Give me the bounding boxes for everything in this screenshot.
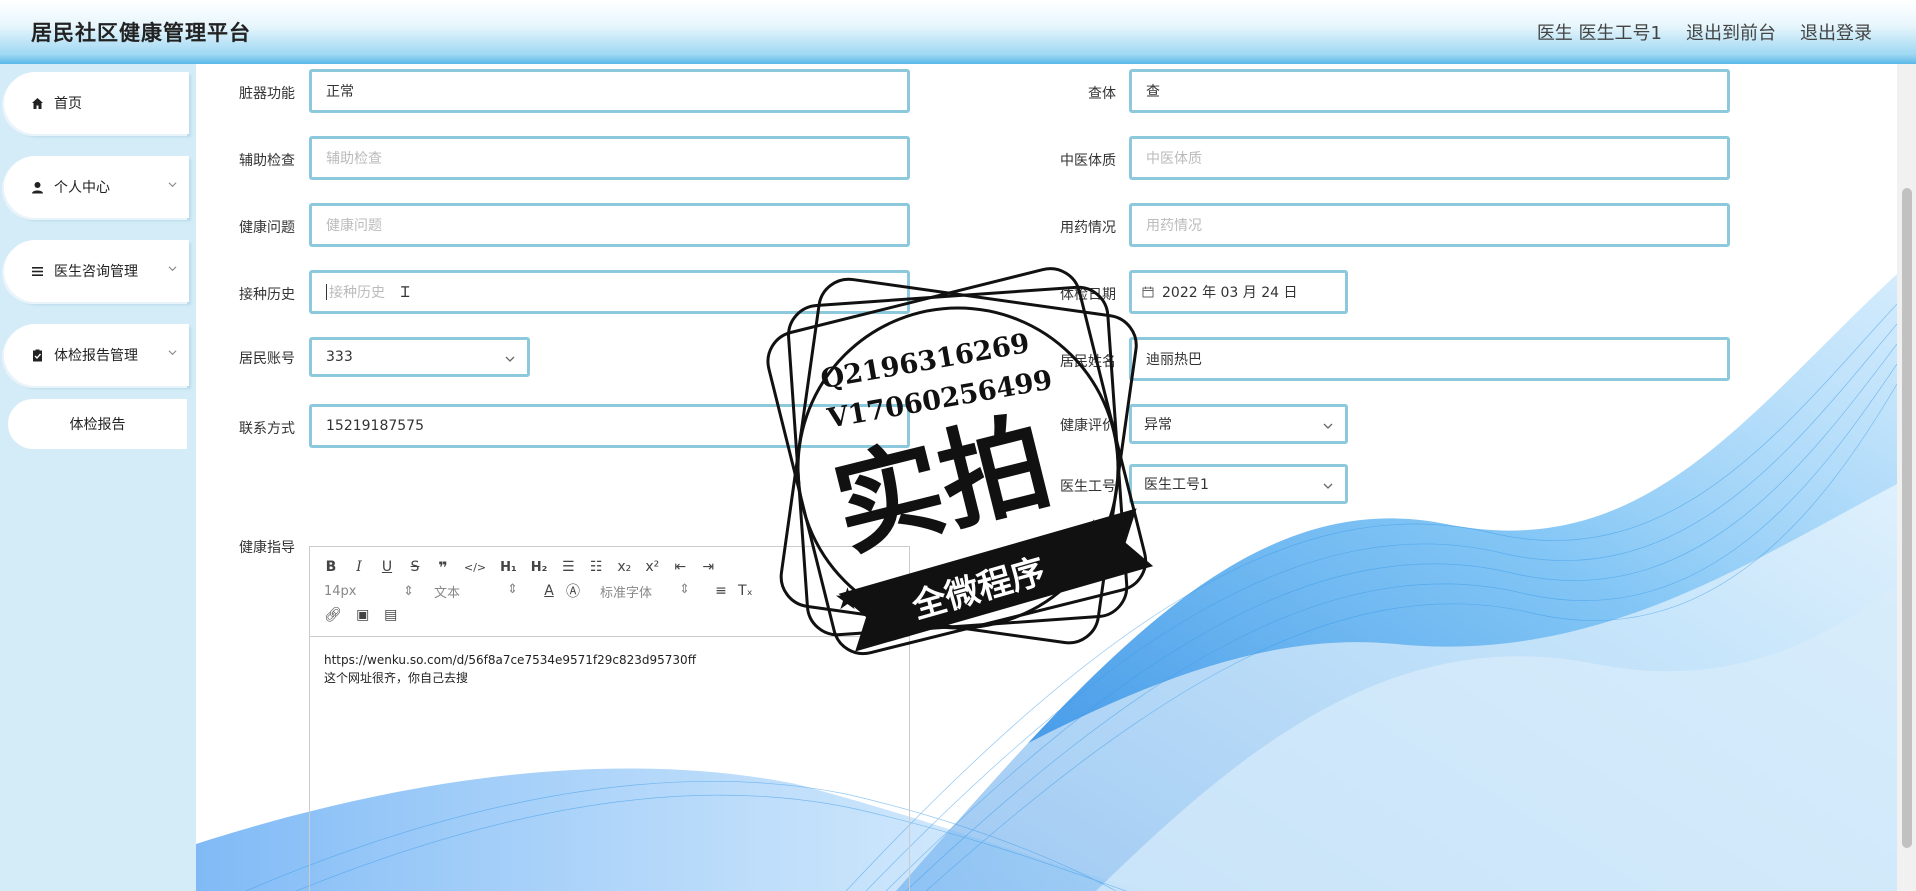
- h1-button[interactable]: H₁: [500, 560, 517, 575]
- exam-date-picker[interactable]: 2022 年 03 月 24 日: [1129, 270, 1348, 314]
- bold-button[interactable]: B: [324, 559, 338, 575]
- image-icon[interactable]: ▣: [356, 607, 370, 623]
- ordered-list-icon[interactable]: ☰: [561, 559, 575, 575]
- font-size-value: 14px: [324, 583, 357, 599]
- resident-name-input[interactable]: 迪丽热巴: [1129, 337, 1730, 381]
- font-family-select[interactable]: 标准字体 ⇕: [600, 582, 690, 601]
- list-icon: [30, 264, 44, 278]
- superscript-button[interactable]: x²: [645, 559, 659, 575]
- editor-line-text: 这个网址很齐，你自己去搜: [324, 671, 469, 685]
- physical-exam-input[interactable]: 查: [1129, 69, 1730, 113]
- outdent-icon[interactable]: ⇤: [673, 559, 687, 575]
- sidebar-item-label: 个人中心: [54, 180, 110, 196]
- rich-text-editor: B I U S ❞ </> H₁ H₂ ☰ ☷ x₂ x² ⇤ ⇥ 14px ⇕…: [309, 546, 910, 891]
- chevron-down-icon: [1323, 483, 1333, 489]
- subscript-button[interactable]: x₂: [617, 559, 631, 575]
- user-icon: [30, 180, 44, 194]
- contact-label: 联系方式: [239, 421, 295, 437]
- exam-date-label: 体检日期: [1060, 287, 1116, 303]
- vaccination-placeholder: 接种历史: [329, 285, 385, 301]
- doctor-id-value: 医生工号1: [1144, 477, 1209, 493]
- exam-date-value: 2022 年 03 月 24 日: [1162, 285, 1298, 301]
- font-size-select[interactable]: 14px ⇕: [324, 584, 414, 599]
- doctor-id-select[interactable]: 医生工号1: [1129, 464, 1348, 504]
- editor-line-url: https://wenku.so.com/d/56f8a7ce7534e9571…: [324, 653, 696, 667]
- sidebar-item-home[interactable]: 首页: [4, 72, 189, 134]
- exit-to-front-link[interactable]: 退出到前台: [1686, 19, 1776, 45]
- home-icon: [30, 96, 44, 110]
- physical-exam-label: 查体: [1088, 86, 1116, 102]
- resident-account-label: 居民账号: [239, 351, 295, 367]
- editor-content[interactable]: https://wenku.so.com/d/56f8a7ce7534e9571…: [310, 637, 909, 701]
- page-scrollbar[interactable]: [1897, 64, 1916, 891]
- tcm-constitution-label: 中医体质: [1060, 153, 1116, 169]
- chevron-down-icon: [1323, 423, 1333, 429]
- bullet-list-icon[interactable]: ☷: [589, 559, 603, 575]
- health-evaluation-value: 异常: [1144, 417, 1172, 433]
- resident-name-label: 居民姓名: [1060, 354, 1116, 370]
- clear-format-icon[interactable]: Tₓ: [738, 583, 753, 599]
- video-icon[interactable]: ▤: [384, 607, 398, 623]
- scrollbar-thumb[interactable]: [1902, 188, 1912, 848]
- health-evaluation-label: 健康评价: [1060, 418, 1116, 434]
- resident-account-select[interactable]: 333: [309, 337, 530, 377]
- font-family-value: 标准字体: [600, 585, 653, 601]
- indent-icon[interactable]: ⇥: [701, 559, 715, 575]
- app-title: 居民社区健康管理平台: [31, 21, 251, 45]
- underline-button[interactable]: U: [380, 559, 394, 575]
- contact-input[interactable]: 15219187575: [309, 404, 910, 448]
- current-user-label: 医生 医生工号1: [1536, 23, 1662, 44]
- medication-input[interactable]: 用药情况: [1129, 203, 1730, 247]
- top-header: 居民社区健康管理平台 医生 医生工号1 退出到前台 退出登录: [0, 0, 1916, 64]
- organ-function-label: 脏器功能: [239, 86, 295, 102]
- vaccination-history-label: 接种历史: [239, 287, 295, 303]
- chevron-down-icon: [168, 350, 177, 356]
- text-type-select[interactable]: 文本 ⇕: [434, 582, 518, 601]
- quote-button[interactable]: ❞: [436, 558, 450, 577]
- organ-function-input[interactable]: 正常: [309, 69, 910, 113]
- text-cursor: [326, 284, 327, 300]
- health-issue-label: 健康问题: [239, 220, 295, 236]
- doctor-id-label: 医生工号: [1060, 479, 1116, 495]
- chevron-down-icon: [168, 182, 177, 188]
- health-guidance-label: 健康指导: [239, 540, 295, 556]
- auxiliary-exam-label: 辅助检查: [239, 153, 295, 169]
- calendar-icon: [1142, 286, 1154, 298]
- sidebar-item-exam-report-mgmt[interactable]: 体检报告管理: [4, 324, 189, 386]
- sidebar-subitem-exam-report[interactable]: 体检报告: [8, 399, 187, 449]
- font-color-icon[interactable]: A: [542, 583, 556, 599]
- medication-label: 用药情况: [1060, 220, 1116, 236]
- sidebar-item-label: 首页: [54, 96, 82, 112]
- clipboard-icon: [30, 348, 44, 362]
- tcm-constitution-input[interactable]: 中医体质: [1129, 136, 1730, 180]
- vaccination-history-input[interactable]: 接种历史 Ɪ: [309, 270, 910, 314]
- align-icon[interactable]: ≡: [714, 583, 728, 599]
- main-content: 脏器功能 正常 查体 查 辅助检查 辅助检查 中医体质 中医体质 健康问题 健康…: [196, 64, 1897, 891]
- text-type-value: 文本: [434, 585, 461, 601]
- health-evaluation-select[interactable]: 异常: [1129, 404, 1348, 444]
- h2-button[interactable]: H₂: [531, 560, 548, 575]
- sidebar-item-consultation[interactable]: 医生咨询管理: [4, 240, 189, 302]
- logout-link[interactable]: 退出登录: [1800, 19, 1872, 45]
- code-button[interactable]: </>: [464, 561, 486, 574]
- resident-account-value: 333: [326, 349, 353, 365]
- chevron-down-icon: [505, 356, 515, 362]
- italic-button[interactable]: I: [352, 559, 366, 575]
- auxiliary-exam-input[interactable]: 辅助检查: [309, 136, 910, 180]
- sidebar-item-label: 体检报告管理: [54, 348, 138, 364]
- strike-button[interactable]: S: [408, 559, 422, 575]
- chevron-down-icon: [168, 266, 177, 272]
- ibeam-cursor-icon: Ɪ: [401, 283, 410, 301]
- link-icon[interactable]: 🔗︎: [324, 607, 342, 623]
- sidebar-item-personal-center[interactable]: 个人中心: [4, 156, 189, 218]
- sidebar-item-label: 医生咨询管理: [54, 264, 138, 280]
- editor-toolbar: B I U S ❞ </> H₁ H₂ ☰ ☷ x₂ x² ⇤ ⇥ 14px ⇕…: [310, 547, 909, 637]
- health-issue-input[interactable]: 健康问题: [309, 203, 910, 247]
- header-actions: 医生 医生工号1 退出到前台 退出登录: [1537, 19, 1872, 45]
- background-color-icon[interactable]: Ⓐ: [566, 581, 580, 601]
- sidebar: 首页 个人中心 医生咨询管理 体检报告管理 体检报告: [0, 64, 196, 891]
